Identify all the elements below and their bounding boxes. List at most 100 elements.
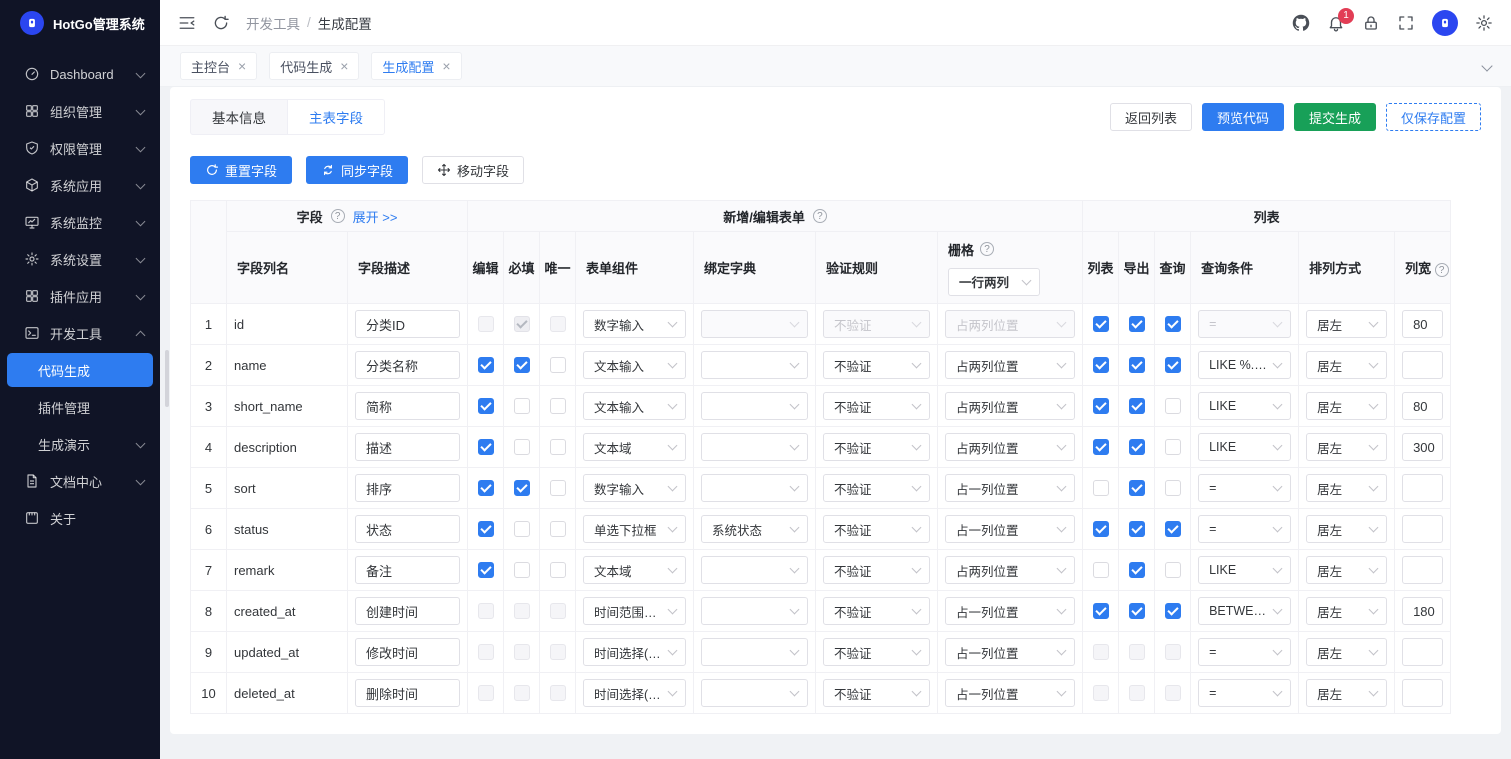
export-checkbox[interactable] bbox=[1128, 603, 1145, 620]
width-input[interactable]: 80 bbox=[1402, 392, 1444, 420]
query-checkbox[interactable] bbox=[1164, 603, 1181, 620]
edit-checkbox[interactable] bbox=[477, 685, 494, 702]
query-cond-select[interactable]: = bbox=[1198, 638, 1292, 666]
list-checkbox[interactable] bbox=[1092, 644, 1109, 661]
required-checkbox[interactable] bbox=[513, 685, 530, 702]
required-checkbox[interactable] bbox=[513, 398, 530, 415]
sync-fields-button[interactable]: 同步字段 bbox=[306, 156, 409, 184]
edit-checkbox[interactable] bbox=[477, 562, 494, 579]
sidebar-item-system-monitor[interactable]: 系统监控 bbox=[7, 205, 153, 239]
dict-select[interactable] bbox=[701, 351, 808, 379]
grid-select[interactable]: 占两列位置 bbox=[945, 310, 1076, 338]
expand-columns-link[interactable]: 展开 >> bbox=[353, 207, 398, 226]
field-desc-input[interactable]: 备注 bbox=[355, 556, 460, 584]
width-input[interactable] bbox=[1402, 638, 1444, 666]
query-cond-select[interactable]: LIKE bbox=[1198, 433, 1292, 461]
edit-checkbox[interactable] bbox=[477, 316, 494, 333]
unique-checkbox[interactable] bbox=[549, 357, 566, 374]
query-checkbox[interactable] bbox=[1164, 521, 1181, 538]
user-avatar[interactable] bbox=[1432, 9, 1458, 36]
required-checkbox[interactable] bbox=[513, 644, 530, 661]
dict-select[interactable] bbox=[701, 679, 808, 707]
width-input[interactable]: 180 bbox=[1402, 597, 1444, 625]
dict-select[interactable]: 系统状态 bbox=[701, 515, 808, 543]
required-checkbox[interactable] bbox=[513, 480, 530, 497]
grid-select[interactable]: 占一列位置 bbox=[945, 597, 1076, 625]
unique-checkbox[interactable] bbox=[549, 439, 566, 456]
close-icon[interactable]: × bbox=[340, 59, 348, 73]
page-tab-code-generate[interactable]: 代码生成 × bbox=[269, 52, 360, 80]
sidebar-item-about[interactable]: 关于 bbox=[7, 501, 153, 535]
width-input[interactable] bbox=[1402, 556, 1444, 584]
validate-select[interactable]: 不验证 bbox=[823, 392, 930, 420]
component-select[interactable]: 文本输入 bbox=[583, 351, 686, 379]
field-desc-input[interactable]: 分类名称 bbox=[355, 351, 460, 379]
export-checkbox[interactable] bbox=[1128, 439, 1145, 456]
component-select[interactable]: 文本域 bbox=[583, 433, 686, 461]
unique-checkbox[interactable] bbox=[549, 603, 566, 620]
component-select[interactable]: 时间范围选择 bbox=[583, 597, 686, 625]
sidebar-item-system-settings[interactable]: 系统设置 bbox=[7, 242, 153, 276]
align-select[interactable]: 居左 bbox=[1306, 679, 1388, 707]
required-checkbox[interactable] bbox=[513, 439, 530, 456]
sidebar-item-generate-demo[interactable]: 生成演示 bbox=[7, 427, 153, 461]
unique-checkbox[interactable] bbox=[549, 521, 566, 538]
width-input[interactable]: 300 bbox=[1402, 433, 1444, 461]
fullscreen-icon[interactable] bbox=[1397, 14, 1415, 32]
move-fields-button[interactable]: 移动字段 bbox=[422, 156, 525, 184]
align-select[interactable]: 居左 bbox=[1306, 433, 1388, 461]
list-checkbox[interactable] bbox=[1092, 603, 1109, 620]
field-desc-input[interactable]: 修改时间 bbox=[355, 638, 460, 666]
sidebar-item-code-generate[interactable]: 代码生成 bbox=[7, 353, 153, 387]
tab-basic-info[interactable]: 基本信息 bbox=[190, 99, 288, 135]
unique-checkbox[interactable] bbox=[549, 316, 566, 333]
grid-select[interactable]: 占两列位置 bbox=[945, 392, 1076, 420]
dict-select[interactable] bbox=[701, 310, 808, 338]
query-checkbox[interactable] bbox=[1164, 439, 1181, 456]
unique-checkbox[interactable] bbox=[549, 398, 566, 415]
export-checkbox[interactable] bbox=[1128, 562, 1145, 579]
grid-select[interactable]: 占一列位置 bbox=[945, 474, 1076, 502]
unique-checkbox[interactable] bbox=[549, 562, 566, 579]
back-list-button[interactable]: 返回列表 bbox=[1109, 103, 1192, 131]
edit-checkbox[interactable] bbox=[477, 521, 494, 538]
component-select[interactable]: 文本输入 bbox=[583, 392, 686, 420]
list-checkbox[interactable] bbox=[1092, 398, 1109, 415]
list-checkbox[interactable] bbox=[1092, 439, 1109, 456]
validate-select[interactable]: 不验证 bbox=[823, 351, 930, 379]
query-checkbox[interactable] bbox=[1164, 685, 1181, 702]
grid-select[interactable]: 占两列位置 bbox=[945, 556, 1076, 584]
dict-select[interactable] bbox=[701, 597, 808, 625]
query-cond-select[interactable]: = bbox=[1198, 679, 1292, 707]
list-checkbox[interactable] bbox=[1092, 480, 1109, 497]
dict-select[interactable] bbox=[701, 433, 808, 461]
edit-checkbox[interactable] bbox=[477, 603, 494, 620]
export-checkbox[interactable] bbox=[1128, 316, 1145, 333]
list-checkbox[interactable] bbox=[1092, 562, 1109, 579]
width-input[interactable] bbox=[1402, 515, 1444, 543]
list-checkbox[interactable] bbox=[1092, 357, 1109, 374]
component-select[interactable]: 时间选择(Y-... bbox=[583, 638, 686, 666]
export-checkbox[interactable] bbox=[1128, 357, 1145, 374]
field-desc-input[interactable]: 分类ID bbox=[355, 310, 460, 338]
notification-bell-icon[interactable]: 1 bbox=[1327, 7, 1354, 32]
field-desc-input[interactable]: 状态 bbox=[355, 515, 460, 543]
component-select[interactable]: 文本域 bbox=[583, 556, 686, 584]
required-checkbox[interactable] bbox=[513, 521, 530, 538]
component-select[interactable]: 数字输入 bbox=[583, 474, 686, 502]
component-select[interactable]: 数字输入 bbox=[583, 310, 686, 338]
settings-gear-icon[interactable] bbox=[1475, 14, 1493, 32]
query-cond-select[interactable]: = bbox=[1198, 474, 1292, 502]
export-checkbox[interactable] bbox=[1128, 685, 1145, 702]
export-checkbox[interactable] bbox=[1128, 480, 1145, 497]
validate-select[interactable]: 不验证 bbox=[823, 679, 930, 707]
validate-select[interactable]: 不验证 bbox=[823, 556, 930, 584]
submit-generate-button[interactable]: 提交生成 bbox=[1293, 103, 1376, 131]
required-checkbox[interactable] bbox=[513, 603, 530, 620]
field-desc-input[interactable]: 创建时间 bbox=[355, 597, 460, 625]
width-input[interactable] bbox=[1402, 679, 1444, 707]
page-tab-generate-config[interactable]: 生成配置 × bbox=[371, 52, 462, 80]
sidebar-item-plugin-app[interactable]: 插件应用 bbox=[7, 279, 153, 313]
query-checkbox[interactable] bbox=[1164, 644, 1181, 661]
save-config-only-button[interactable]: 仅保存配置 bbox=[1385, 103, 1481, 131]
